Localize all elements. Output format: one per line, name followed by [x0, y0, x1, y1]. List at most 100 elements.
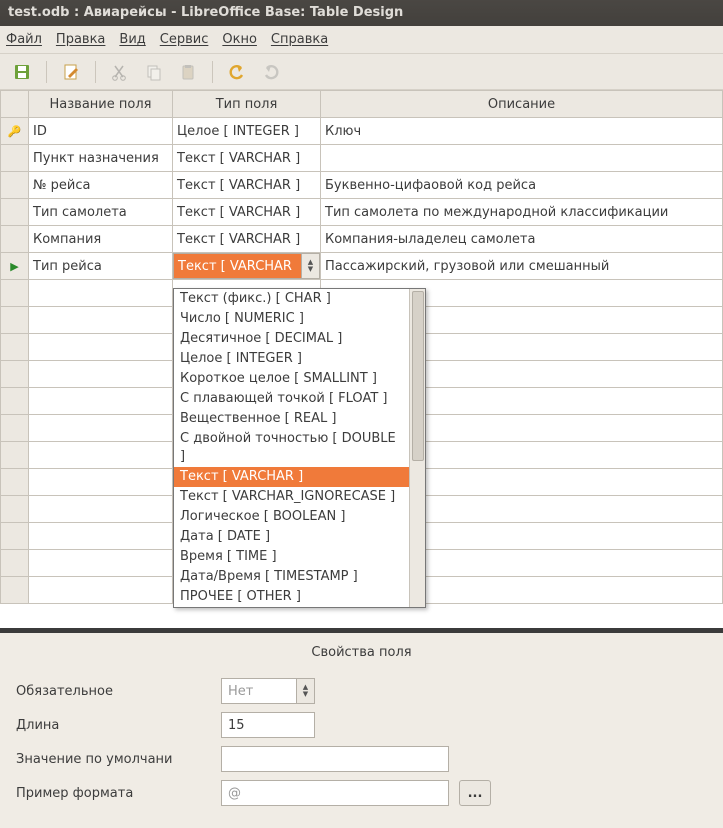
dropdown-item[interactable]: Логическое [ BOOLEAN ]: [174, 507, 409, 527]
dropdown-item[interactable]: Дата [ DATE ]: [174, 527, 409, 547]
row-header[interactable]: ▶: [1, 253, 29, 280]
row-header[interactable]: [1, 334, 29, 361]
required-combo[interactable]: Нет ▲▼: [221, 678, 315, 704]
field-name-cell[interactable]: № рейса: [29, 172, 173, 199]
row-header[interactable]: [1, 415, 29, 442]
row-header[interactable]: [1, 307, 29, 334]
menu-view[interactable]: Вид: [119, 32, 145, 47]
field-type-cell[interactable]: Текст [ VARCHAR ]: [173, 226, 321, 253]
row-header[interactable]: [1, 199, 29, 226]
table-row[interactable]: 🔑IDЦелое [ INTEGER ]Ключ: [1, 118, 723, 145]
copy-button: [140, 58, 168, 86]
window-title: test.odb : Авиарейсы - LibreOffice Base:…: [0, 0, 723, 26]
corner-cell: [1, 91, 29, 118]
row-header[interactable]: [1, 145, 29, 172]
field-desc-cell[interactable]: Пассажирский, грузовой или смешанный: [321, 253, 723, 280]
row-header[interactable]: [1, 442, 29, 469]
dropdown-item[interactable]: С плавающей точкой [ FLOAT ]: [174, 389, 409, 409]
table-row[interactable]: Пункт назначенияТекст [ VARCHAR ]: [1, 145, 723, 172]
row-header[interactable]: [1, 172, 29, 199]
table-row[interactable]: № рейсаТекст [ VARCHAR ]Буквенно-цифаово…: [1, 172, 723, 199]
field-name-cell[interactable]: Тип рейса: [29, 253, 173, 280]
dropdown-item[interactable]: Время [ TIME ]: [174, 547, 409, 567]
row-header[interactable]: [1, 226, 29, 253]
toolbar-separator: [212, 61, 213, 83]
paste-icon: [179, 63, 197, 81]
field-desc-cell[interactable]: [321, 145, 723, 172]
field-desc-cell[interactable]: Компания-ыладелец самолета: [321, 226, 723, 253]
field-name-cell[interactable]: Тип самолета: [29, 199, 173, 226]
menu-file[interactable]: Файл: [6, 32, 42, 47]
save-icon: [12, 62, 32, 82]
toolbar-separator: [95, 61, 96, 83]
dropdown-item[interactable]: Дата/Время [ TIMESTAMP ]: [174, 567, 409, 587]
cut-icon: [111, 63, 129, 81]
dropdown-item[interactable]: ПРОЧЕЕ [ OTHER ]: [174, 587, 409, 607]
format-input[interactable]: [221, 780, 449, 806]
save-button[interactable]: [8, 58, 36, 86]
redo-button: [257, 58, 285, 86]
length-label: Длина: [16, 718, 211, 733]
menu-help[interactable]: Справка: [271, 32, 328, 47]
required-value: Нет: [222, 684, 296, 699]
undo-button[interactable]: [223, 58, 251, 86]
toolbar: [0, 54, 723, 90]
format-dialog-button[interactable]: ...: [459, 780, 491, 806]
row-header[interactable]: [1, 280, 29, 307]
field-name-cell[interactable]: Пункт назначения: [29, 145, 173, 172]
edit-button[interactable]: [57, 58, 85, 86]
default-input[interactable]: [221, 746, 449, 772]
col-header-type[interactable]: Тип поля: [173, 91, 321, 118]
row-header[interactable]: [1, 388, 29, 415]
col-header-desc[interactable]: Описание: [321, 91, 723, 118]
format-label: Пример формата: [16, 786, 211, 801]
field-type-cell[interactable]: Текст [ VARCHAR ]: [173, 145, 321, 172]
field-name-cell[interactable]: Компания: [29, 226, 173, 253]
row-header[interactable]: [1, 361, 29, 388]
field-desc-cell[interactable]: Ключ: [321, 118, 723, 145]
length-input[interactable]: [221, 712, 315, 738]
col-header-name[interactable]: Название поля: [29, 91, 173, 118]
row-header[interactable]: [1, 469, 29, 496]
redo-icon: [261, 62, 281, 82]
spinner-icon[interactable]: ▲▼: [296, 679, 314, 703]
dropdown-scrollbar[interactable]: [409, 289, 425, 607]
dropdown-item[interactable]: Десятичное [ DECIMAL ]: [174, 329, 409, 349]
table-row[interactable]: ▶Тип рейсаТекст [ VARCHAR▲▼Пассажирский,…: [1, 253, 723, 280]
dropdown-item[interactable]: Целое [ INTEGER ]: [174, 349, 409, 369]
required-label: Обязательное: [16, 684, 211, 699]
dropdown-item[interactable]: С двойной точностью [ DOUBLE ]: [174, 429, 409, 467]
dropdown-item[interactable]: Текст (фикс.) [ CHAR ]: [174, 289, 409, 309]
cut-button: [106, 58, 134, 86]
dropdown-item[interactable]: Вещественное [ REAL ]: [174, 409, 409, 429]
dropdown-item[interactable]: Число [ NUMERIC ]: [174, 309, 409, 329]
scrollbar-thumb[interactable]: [412, 291, 424, 461]
row-header[interactable]: [1, 577, 29, 604]
field-desc-cell[interactable]: Тип самолета по международной классифика…: [321, 199, 723, 226]
dropdown-item[interactable]: Текст [ VARCHAR_IGNORECASE ]: [174, 487, 409, 507]
table-design-grid: Название поля Тип поля Описание 🔑IDЦелое…: [0, 90, 723, 633]
menubar: Файл Правка Вид Сервис Окно Справка: [0, 26, 723, 54]
table-row[interactable]: Тип самолетаТекст [ VARCHAR ]Тип самолет…: [1, 199, 723, 226]
row-header[interactable]: 🔑: [1, 118, 29, 145]
properties-title: Свойства поля: [16, 641, 707, 670]
field-type-cell[interactable]: Текст [ VARCHAR ]: [173, 199, 321, 226]
field-properties-panel: Свойства поля Обязательное Нет ▲▼ Длина …: [0, 633, 723, 828]
field-type-cell[interactable]: Текст [ VARCHAR ]: [173, 172, 321, 199]
dropdown-item[interactable]: Текст [ VARCHAR ]: [174, 467, 409, 487]
field-type-value: Текст [ VARCHAR: [174, 254, 301, 278]
row-header[interactable]: [1, 550, 29, 577]
menu-tools[interactable]: Сервис: [160, 32, 209, 47]
menu-window[interactable]: Окно: [222, 32, 257, 47]
row-header[interactable]: [1, 523, 29, 550]
field-type-cell[interactable]: Целое [ INTEGER ]: [173, 118, 321, 145]
field-type-combo[interactable]: Текст [ VARCHAR▲▼: [173, 253, 320, 279]
field-name-cell[interactable]: ID: [29, 118, 173, 145]
row-header[interactable]: [1, 496, 29, 523]
menu-edit[interactable]: Правка: [56, 32, 105, 47]
table-row[interactable]: КомпанияТекст [ VARCHAR ]Компания-ыладел…: [1, 226, 723, 253]
spinner-icon[interactable]: ▲▼: [301, 254, 319, 278]
field-type-dropdown[interactable]: Текст (фикс.) [ CHAR ]Число [ NUMERIC ]Д…: [173, 288, 426, 608]
field-desc-cell[interactable]: Буквенно-цифаовой код рейса: [321, 172, 723, 199]
dropdown-item[interactable]: Короткое целое [ SMALLINT ]: [174, 369, 409, 389]
